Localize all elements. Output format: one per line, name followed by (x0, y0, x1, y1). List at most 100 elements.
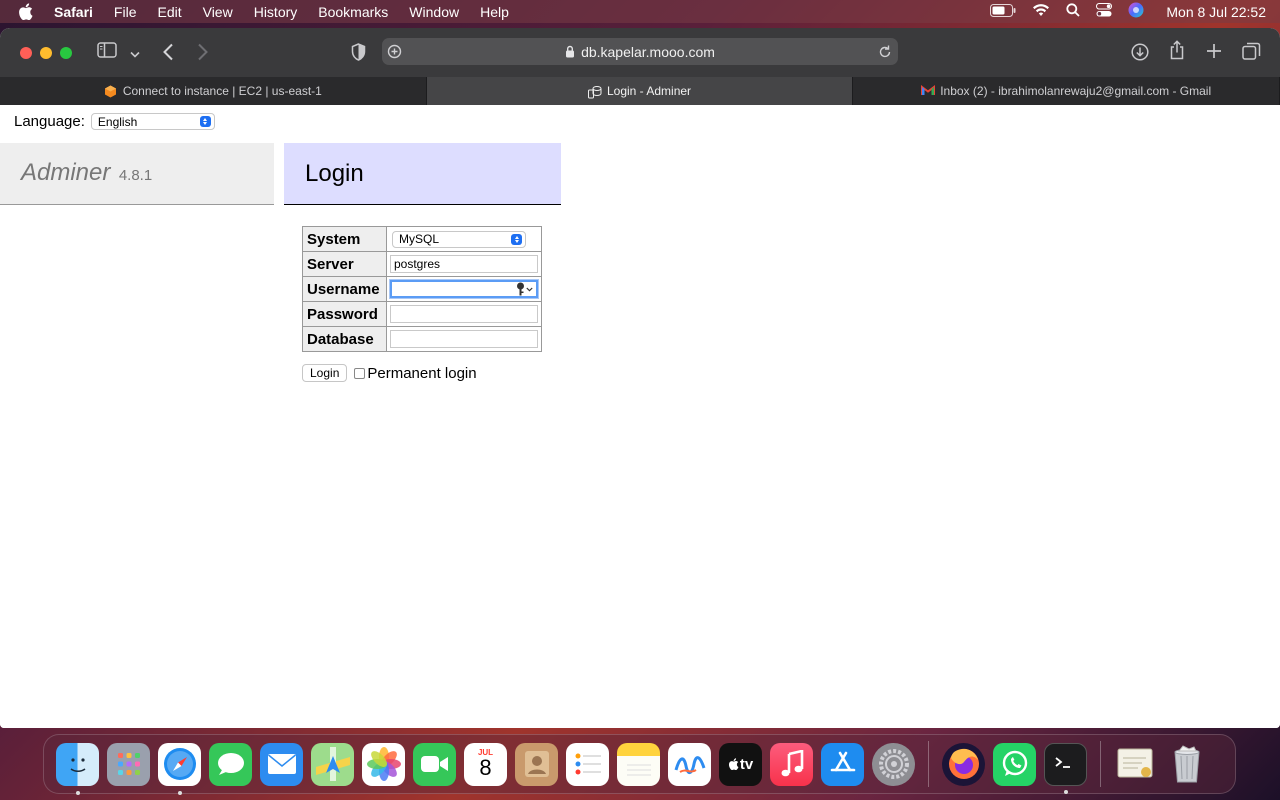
server-label: Server (302, 251, 387, 277)
server-input[interactable]: postgres (390, 255, 538, 273)
sidebar-toggle-icon[interactable] (97, 42, 117, 63)
form-row-username: Username (302, 276, 542, 302)
tab-gmail[interactable]: Inbox (2) - ibrahimolanrewaju2@gmail.com… (853, 77, 1280, 105)
back-icon[interactable] (162, 43, 174, 66)
reminders-icon[interactable] (566, 742, 609, 786)
safari-toolbar: db.kapelar.mooo.com (0, 28, 1280, 77)
tab-adminer[interactable]: Login - Adminer (426, 77, 854, 105)
menu-bookmarks[interactable]: Bookmarks (318, 4, 388, 20)
contacts-icon[interactable] (515, 742, 558, 786)
permanent-login-checkbox[interactable] (354, 367, 366, 379)
brand-name[interactable]: Adminer (21, 159, 110, 186)
login-button[interactable]: Login (302, 364, 348, 382)
tab-ec2[interactable]: Connect to instance | EC2 | us-east-1 (0, 77, 427, 105)
database-label: Database (302, 326, 387, 352)
tab-overview-icon[interactable] (1242, 42, 1261, 65)
search-icon[interactable] (1066, 3, 1081, 20)
mail-icon[interactable] (260, 742, 303, 786)
url-text: db.kapelar.mooo.com (581, 43, 715, 60)
control-center-icon[interactable] (1096, 3, 1113, 20)
menu-edit[interactable]: Edit (157, 4, 181, 20)
launchpad-icon[interactable] (107, 742, 150, 786)
system-select[interactable]: MySQL (392, 230, 526, 248)
page-title: Login (284, 143, 561, 205)
address-bar[interactable]: db.kapelar.mooo.com (382, 38, 898, 65)
downloads-icon[interactable] (1131, 43, 1149, 66)
facetime-icon[interactable] (413, 742, 456, 786)
messages-icon[interactable] (209, 742, 252, 786)
certificate-file-icon[interactable] (1114, 743, 1157, 786)
database-input[interactable] (390, 330, 538, 348)
close-window-button[interactable] (20, 46, 32, 59)
language-selector: Language: English (14, 113, 215, 130)
menu-view[interactable]: View (203, 4, 233, 20)
siri-icon[interactable] (1128, 2, 1144, 21)
apple-menu-icon[interactable] (18, 3, 36, 20)
calendar-icon[interactable]: JUL 8 (464, 742, 507, 786)
menu-app-name[interactable]: Safari (54, 4, 93, 20)
password-label: Password (302, 301, 387, 327)
form-row-password: Password (302, 301, 542, 327)
system-settings-icon[interactable] (872, 742, 915, 786)
lock-icon (565, 45, 575, 58)
wifi-icon[interactable] (1032, 3, 1050, 20)
aws-icon (104, 85, 117, 98)
password-autofill-key-icon[interactable] (516, 282, 533, 296)
dock-separator (928, 741, 929, 787)
reload-icon[interactable] (878, 44, 892, 59)
web-page: Language: English Adminer 4.8.1 Login Sy… (0, 105, 1280, 728)
menu-bar: Safari File Edit View History Bookmarks … (0, 0, 1280, 23)
menu-clock[interactable]: Mon 8 Jul 22:52 (1166, 4, 1266, 20)
apple-tv-icon[interactable]: tv (719, 742, 762, 786)
form-row-server: Server postgres (302, 251, 542, 277)
freeform-icon[interactable] (668, 742, 711, 786)
notes-icon[interactable] (617, 742, 660, 786)
login-form-table: System MySQL Server postgres Username Pa… (302, 226, 542, 352)
dock: JUL 8 tv (43, 734, 1236, 795)
form-row-database: Database (302, 326, 542, 352)
finder-icon[interactable] (56, 742, 99, 795)
running-indicator (1063, 789, 1068, 794)
menu-window[interactable]: Window (409, 4, 459, 20)
apple-tv-label: tv (739, 755, 754, 773)
password-input[interactable] (390, 305, 538, 323)
whatsapp-icon[interactable] (993, 742, 1036, 786)
app-store-icon[interactable] (821, 742, 864, 786)
menu-file[interactable]: File (114, 4, 137, 20)
brand-panel: Adminer 4.8.1 (0, 143, 274, 205)
dock-separator (1100, 741, 1101, 787)
username-input[interactable] (390, 280, 538, 298)
running-indicator (177, 790, 182, 795)
share-icon[interactable] (1169, 40, 1185, 65)
chevron-down-icon[interactable] (130, 46, 140, 64)
forward-icon[interactable] (197, 43, 209, 66)
window-controls (20, 46, 72, 59)
system-value: MySQL (399, 232, 440, 246)
language-select[interactable]: English (90, 113, 215, 130)
language-label: Language: (14, 113, 85, 130)
privacy-shield-icon[interactable] (351, 43, 366, 66)
safari-icon[interactable] (158, 742, 201, 795)
site-settings-icon[interactable] (387, 44, 402, 59)
music-icon[interactable] (770, 742, 813, 786)
permanent-login-label[interactable]: Permanent login (367, 365, 476, 382)
zoom-window-button[interactable] (60, 46, 72, 59)
username-label: Username (302, 276, 387, 302)
trash-icon[interactable] (1165, 743, 1208, 786)
minimize-window-button[interactable] (40, 46, 52, 59)
language-value: English (97, 114, 138, 129)
running-indicator (75, 790, 80, 795)
new-tab-icon[interactable] (1206, 43, 1222, 64)
photos-icon[interactable] (362, 742, 405, 786)
gmail-icon (921, 84, 936, 98)
menu-history[interactable]: History (254, 4, 298, 20)
terminal-icon[interactable] (1044, 742, 1087, 794)
brand-version[interactable]: 4.8.1 (119, 167, 152, 184)
menu-help[interactable]: Help (480, 4, 509, 20)
select-arrows-icon (511, 233, 522, 245)
firefox-icon[interactable] (942, 742, 985, 786)
tab-label: Login - Adminer (606, 84, 692, 98)
battery-icon[interactable] (990, 3, 1016, 20)
tab-bar: Connect to instance | EC2 | us-east-1 Lo… (0, 77, 1280, 105)
maps-icon[interactable] (311, 742, 354, 786)
